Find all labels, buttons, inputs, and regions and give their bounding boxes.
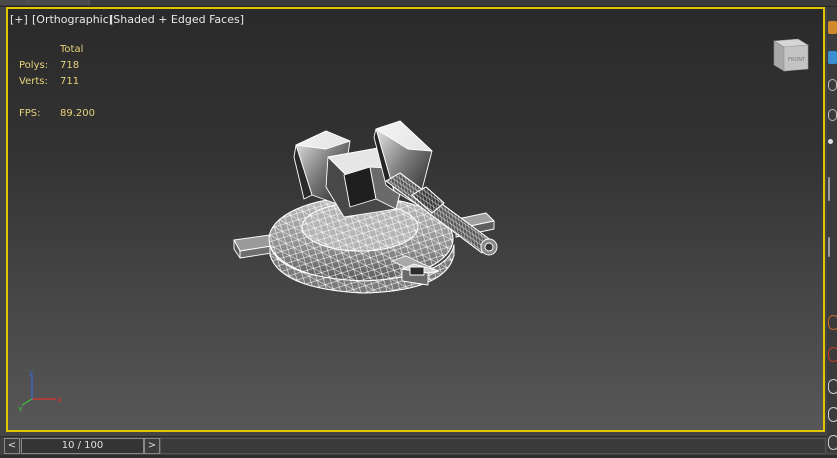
- play-icon[interactable]: [828, 379, 837, 394]
- axis-gizmo: x y z: [18, 371, 62, 411]
- hierarchy-tab-icon[interactable]: [828, 79, 837, 91]
- time-slider-track[interactable]: [160, 438, 826, 454]
- command-panel-strip: [827, 7, 837, 452]
- create-tab-icon[interactable]: [828, 21, 837, 34]
- y-axis-label: y: [18, 404, 23, 411]
- x-axis-label: x: [57, 395, 62, 404]
- panel-divider: [828, 237, 830, 257]
- loop-icon[interactable]: [828, 407, 837, 422]
- turret-model[interactable]: [8, 9, 823, 430]
- utility-icon[interactable]: [828, 315, 837, 330]
- top-toolbar-strip: [0, 0, 837, 7]
- perspective-viewport[interactable]: [+] [Orthographic] [Shaded + Edged Faces…: [6, 7, 825, 432]
- y-axis-line: [21, 398, 33, 406]
- top-tab[interactable]: [0, 0, 29, 5]
- z-axis-label: z: [29, 371, 33, 378]
- time-slider: < 10 / 100 >: [0, 436, 827, 455]
- panel-divider: [828, 177, 830, 201]
- next-frame-button[interactable]: >: [144, 438, 160, 454]
- time-slider-thumb[interactable]: 10 / 100: [21, 438, 144, 454]
- settings-icon[interactable]: [828, 435, 837, 450]
- motion-tab-icon[interactable]: [828, 109, 837, 121]
- modify-tab-icon[interactable]: [828, 51, 837, 64]
- display-tab-icon[interactable]: [828, 139, 833, 144]
- top-tab[interactable]: [29, 0, 90, 5]
- prev-frame-button[interactable]: <: [4, 438, 20, 454]
- record-icon[interactable]: [828, 347, 837, 362]
